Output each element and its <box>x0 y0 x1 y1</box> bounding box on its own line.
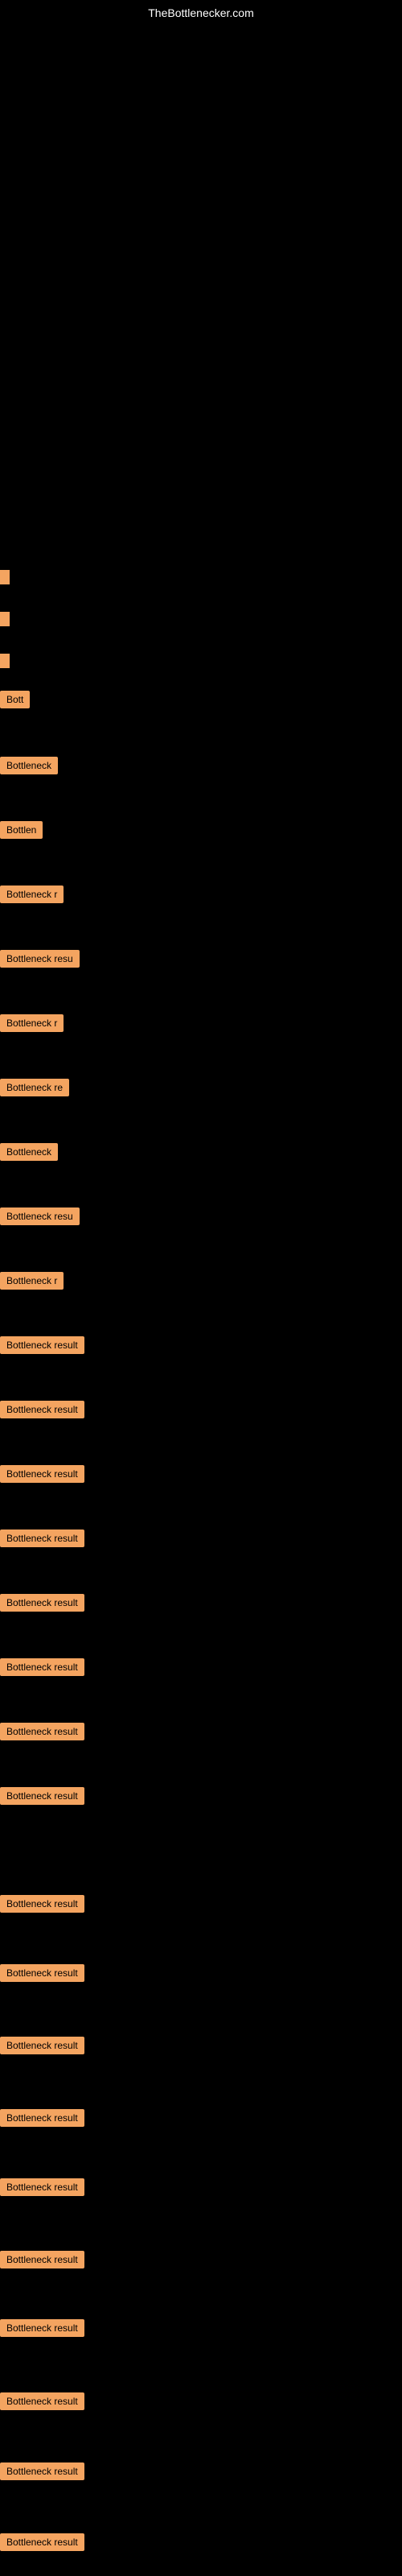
result-item-r19: Bottleneck result <box>0 1895 84 1917</box>
bottleneck-result-label: Bott <box>0 691 30 708</box>
bottleneck-result-label: Bottleneck result <box>0 2178 84 2196</box>
result-item-r20: Bottleneck result <box>0 1964 84 1986</box>
result-item-r9: Bottleneck resu <box>0 1208 80 1229</box>
result-item-r24: Bottleneck result <box>0 2251 84 2273</box>
result-item-r18: Bottleneck result <box>0 1787 84 1809</box>
result-item-r16: Bottleneck result <box>0 1658 84 1680</box>
bottleneck-result-label: Bottleneck result <box>0 1465 84 1483</box>
indicator-ind3 <box>0 654 10 668</box>
bottleneck-result-label: Bottleneck result <box>0 2319 84 2337</box>
result-item-r2: Bottleneck <box>0 757 58 778</box>
result-item-r27: Bottleneck result <box>0 2462 84 2484</box>
bottleneck-result-label: Bottleneck result <box>0 1658 84 1676</box>
bottleneck-result-label: Bottleneck re <box>0 1079 69 1096</box>
bottleneck-result-label: Bottleneck result <box>0 1594 84 1612</box>
result-item-r23: Bottleneck result <box>0 2178 84 2200</box>
result-item-r12: Bottleneck result <box>0 1401 84 1422</box>
bottleneck-result-label: Bottlen <box>0 821 43 839</box>
bottleneck-result-label: Bottleneck result <box>0 2037 84 2054</box>
site-title: TheBottlenecker.com <box>148 6 254 19</box>
bottleneck-result-label: Bottleneck result <box>0 2462 84 2480</box>
bottleneck-result-label: Bottleneck result <box>0 2392 84 2410</box>
bottleneck-result-label: Bottleneck r <box>0 1272 64 1290</box>
result-item-r17: Bottleneck result <box>0 1723 84 1744</box>
bottleneck-result-label: Bottleneck result <box>0 2533 84 2551</box>
result-item-r26: Bottleneck result <box>0 2392 84 2414</box>
bottleneck-result-label: Bottleneck result <box>0 1336 84 1354</box>
result-item-r5: Bottleneck resu <box>0 950 80 972</box>
result-item-r28: Bottleneck result <box>0 2533 84 2555</box>
bottleneck-result-label: Bottleneck result <box>0 1895 84 1913</box>
bottleneck-result-label: Bottleneck result <box>0 2251 84 2268</box>
result-item-r1: Bott <box>0 691 30 712</box>
result-item-r7: Bottleneck re <box>0 1079 69 1100</box>
bottleneck-result-label: Bottleneck resu <box>0 1208 80 1225</box>
result-item-r11: Bottleneck result <box>0 1336 84 1358</box>
result-item-r14: Bottleneck result <box>0 1530 84 1551</box>
bottleneck-result-label: Bottleneck result <box>0 1723 84 1740</box>
result-item-r8: Bottleneck <box>0 1143 58 1165</box>
result-item-r10: Bottleneck r <box>0 1272 64 1294</box>
result-item-r21: Bottleneck result <box>0 2037 84 2058</box>
bottleneck-result-label: Bottleneck r <box>0 886 64 903</box>
bottleneck-result-label: Bottleneck result <box>0 2109 84 2127</box>
bottleneck-result-label: Bottleneck result <box>0 1787 84 1805</box>
result-item-r4: Bottleneck r <box>0 886 64 907</box>
indicator-ind1 <box>0 570 10 584</box>
bottleneck-result-label: Bottleneck result <box>0 1964 84 1982</box>
bottleneck-result-label: Bottleneck resu <box>0 950 80 968</box>
result-item-r15: Bottleneck result <box>0 1594 84 1616</box>
result-item-r13: Bottleneck result <box>0 1465 84 1487</box>
indicator-ind2 <box>0 612 10 626</box>
bottleneck-result-label: Bottleneck result <box>0 1530 84 1547</box>
result-item-r25: Bottleneck result <box>0 2319 84 2341</box>
result-item-r22: Bottleneck result <box>0 2109 84 2131</box>
result-item-r3: Bottlen <box>0 821 43 843</box>
bottleneck-result-label: Bottleneck <box>0 757 58 774</box>
bottleneck-result-label: Bottleneck <box>0 1143 58 1161</box>
result-item-r6: Bottleneck r <box>0 1014 64 1036</box>
bottleneck-result-label: Bottleneck result <box>0 1401 84 1418</box>
bottleneck-result-label: Bottleneck r <box>0 1014 64 1032</box>
